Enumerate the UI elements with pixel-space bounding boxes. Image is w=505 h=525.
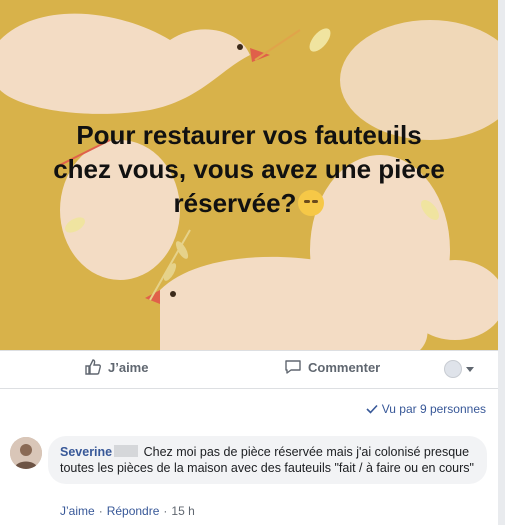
comment-meta: J’aime · Répondre · 15 h (60, 504, 195, 518)
caption-line-1: Pour restaurer vos fauteuils (76, 120, 422, 150)
comment-button[interactable]: Commenter (284, 358, 380, 376)
caption-line-3: réservée? (24, 186, 474, 220)
scrollbar-track[interactable] (498, 0, 505, 525)
caption-line-3-text: réservée? (173, 188, 297, 218)
post-actions-bar: J’aime Commenter (0, 352, 498, 386)
seen-by-label: Vu par 9 personnes (381, 402, 486, 416)
image-caption: Pour restaurer vos fauteuils chez vous, … (24, 118, 474, 220)
caption-line-2: chez vous, vous avez une pièce (53, 154, 445, 184)
divider (0, 388, 498, 389)
separator-dot: · (98, 504, 103, 518)
comment-reply-link[interactable]: Répondre (107, 504, 160, 518)
comment-author[interactable]: Severine (60, 445, 112, 459)
speech-bubble-icon (285, 360, 301, 374)
comment-like-link[interactable]: J’aime (60, 504, 95, 518)
comment-timestamp[interactable]: 15 h (171, 504, 194, 518)
commenter-avatar[interactable] (10, 437, 42, 469)
redacted-name (114, 445, 139, 457)
chevron-down-icon (466, 366, 474, 372)
like-button[interactable]: J’aime (84, 358, 148, 376)
checkmark-icon (366, 404, 378, 414)
divider (0, 350, 498, 351)
comment: Severine Chez moi pas de pièce réservée … (10, 434, 498, 524)
post-image[interactable]: Pour restaurer vos fauteuils chez vous, … (0, 0, 498, 350)
comment-bubble: Severine Chez moi pas de pièce réservée … (48, 436, 487, 484)
separator-dot: · (163, 504, 168, 518)
comment-label: Commenter (308, 359, 381, 375)
like-label: J’aime (108, 359, 149, 375)
seen-by[interactable]: Vu par 9 personnes (366, 402, 486, 416)
user-avatar-icon (444, 360, 462, 378)
person-photo-icon (10, 437, 42, 469)
rolling-eyes-emoji-icon (298, 190, 325, 216)
thumbs-up-icon (85, 359, 101, 375)
post-as-selector[interactable] (444, 360, 474, 378)
